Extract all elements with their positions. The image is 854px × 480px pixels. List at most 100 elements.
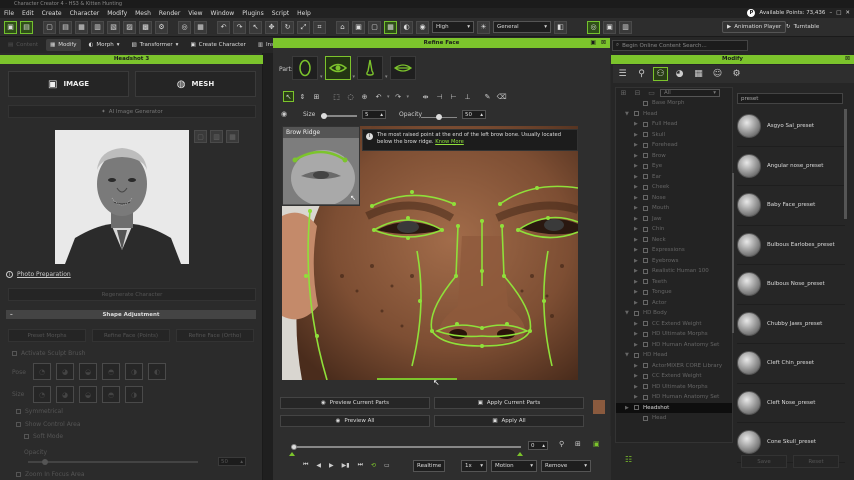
menu-window[interactable]: Window (211, 10, 235, 17)
tree-checkbox[interactable] (643, 237, 648, 243)
filter-select[interactable]: All ▾ (660, 89, 720, 97)
frame-select-icon[interactable]: ⬚ (331, 91, 342, 102)
tree-checkbox[interactable] (643, 195, 648, 201)
preset-item[interactable]: Chubby Jaws_preset (737, 305, 845, 344)
show-control-area-checkbox[interactable]: Show Control Area (16, 421, 81, 428)
photo-icon[interactable]: ◎ (178, 20, 191, 34)
tree-item[interactable]: ▶ HD Human Anatomy Set (616, 340, 732, 351)
tree-item[interactable]: ▶ Neck (616, 235, 732, 246)
tree-checkbox[interactable] (643, 121, 648, 127)
menu-render[interactable]: Render (159, 10, 180, 17)
undo-point-icon[interactable]: ↶ (373, 91, 384, 102)
preset-item[interactable]: Cleft Nose_preset (737, 384, 845, 423)
brush-crease-icon[interactable]: ◕ (56, 386, 74, 403)
tree-item[interactable]: ▼ Head (616, 109, 732, 120)
tree-checkbox[interactable] (634, 405, 639, 411)
motion-tab-icon[interactable]: ⚲ (634, 67, 649, 81)
panel-splitter[interactable] (263, 53, 273, 480)
preset-item[interactable]: Bulbous Earlobes_preset (737, 226, 845, 265)
eye-part-icon[interactable] (324, 56, 351, 80)
tree-arrow-icon[interactable]: ▶ (634, 216, 639, 222)
open-file-icon[interactable]: ▤ (59, 20, 72, 34)
expand-icon[interactable]: ▣ (593, 440, 600, 448)
fit-icon[interactable]: ▢ (368, 20, 381, 34)
folder-icon[interactable]: ▭ (646, 88, 657, 99)
loop-icon[interactable]: ⟲ (371, 462, 376, 469)
size-slider[interactable] (321, 112, 357, 119)
reset-button[interactable]: Reset (793, 455, 839, 468)
tree-checkbox[interactable] (643, 132, 648, 138)
know-more-link[interactable]: Know More (435, 139, 464, 145)
animation-player-button[interactable]: ▶ Animation Player (722, 21, 787, 33)
preset-scrollbar[interactable] (844, 109, 847, 219)
symmetrical-checkbox[interactable]: Symmetrical (16, 408, 63, 415)
preview-current-parts-button[interactable]: ◉ Preview Current Parts (280, 397, 430, 409)
transformer-tab[interactable]: ▧ Transformer ▾ (127, 39, 182, 51)
snap-icon[interactable]: ⌗ (313, 20, 326, 34)
scale-icon[interactable]: ⤢ (297, 20, 310, 34)
tree-item[interactable]: ▶ Brow (616, 151, 732, 162)
brush-smooth-icon[interactable]: ◒ (79, 363, 97, 380)
tree-arrow-icon[interactable]: ▶ (634, 331, 639, 337)
brush-grab-icon[interactable]: ◔ (33, 386, 51, 403)
list-view-icon[interactable]: ☷ (625, 455, 635, 465)
tree-checkbox[interactable] (643, 394, 648, 400)
tree-item[interactable]: ▶ Realistic Human 100 (616, 266, 732, 277)
tree-checkbox[interactable] (643, 163, 648, 169)
play-icon[interactable]: ▶ (329, 462, 334, 469)
size-value[interactable]: 5 ▴ (362, 110, 386, 119)
mirror-left-icon[interactable]: ⊣ (434, 91, 445, 102)
tree-arrow-icon[interactable]: ▶ (634, 373, 639, 379)
crop-icon[interactable]: ▢ (194, 130, 207, 143)
tree-item[interactable]: ▶ Ear (616, 172, 732, 183)
tree-arrow-icon[interactable]: ▶ (634, 163, 639, 169)
tree-item[interactable]: ▶ Expressions (616, 245, 732, 256)
tree-arrow-icon[interactable]: ▶ (634, 205, 639, 211)
menu-modify[interactable]: Modify (107, 10, 127, 17)
tree-checkbox[interactable] (643, 342, 648, 348)
turntable-button[interactable]: ↻ Turntable (782, 21, 823, 33)
brush-relax-icon[interactable]: ◒ (79, 386, 97, 403)
skin-icon[interactable]: ▥ (619, 20, 632, 34)
tree-item[interactable]: ▶ Eye (616, 161, 732, 172)
menu-script[interactable]: Script (272, 10, 289, 17)
brush-flatten-icon[interactable]: ◐ (148, 363, 166, 380)
preset-item[interactable]: Asgyo Sal_preset (737, 107, 845, 147)
tree-arrow-icon[interactable]: ▶ (634, 394, 639, 400)
morph-tab[interactable]: ◐ Morph ▾ (85, 39, 124, 51)
content-tab[interactable]: ▤ Content (4, 39, 42, 51)
brush-pinch-icon[interactable]: ◓ (102, 363, 120, 380)
tree-arrow-icon[interactable]: ▶ (634, 384, 639, 390)
tree-item[interactable]: Head (616, 413, 732, 424)
mirror-x-icon[interactable]: ⇹ (420, 91, 431, 102)
save-icon[interactable]: ▦ (75, 20, 88, 34)
tree-item[interactable]: ▶ Skull (616, 130, 732, 141)
go-end-icon[interactable]: ⏭ (358, 461, 363, 469)
timeline-slider[interactable] (291, 443, 521, 450)
tree-checkbox[interactable] (643, 216, 648, 222)
save-button[interactable]: Save (741, 455, 787, 468)
tree-item[interactable]: ▶ HD Ultimate Morphs (616, 382, 732, 393)
tree-checkbox[interactable] (643, 268, 648, 274)
adjust-icon[interactable]: ▥ (210, 130, 223, 143)
tree-checkbox[interactable] (643, 174, 648, 180)
menu-edit[interactable]: Edit (22, 10, 34, 17)
settings-icon[interactable]: ⚙ (155, 20, 168, 34)
tree-item[interactable]: ▶ HD Human Anatomy Set (616, 392, 732, 403)
camera-icon[interactable]: ◧ (554, 20, 567, 34)
preset-item[interactable]: Baby Face_preset (737, 186, 845, 226)
tree-arrow-icon[interactable]: ▶ (634, 289, 639, 295)
grid-icon[interactable]: ▦ (194, 20, 207, 34)
brush-inflate-icon[interactable]: ◑ (125, 363, 143, 380)
tree-arrow-icon[interactable]: ▶ (634, 184, 639, 190)
regenerate-character-button[interactable]: Regenerate Character (8, 288, 256, 301)
tree-item[interactable]: ▶ Jaw (616, 214, 732, 225)
tree-checkbox[interactable] (634, 310, 639, 316)
tree-arrow-icon[interactable]: ▶ (634, 363, 639, 369)
tree-item[interactable]: ▶ ActorMIXER CORE Library (616, 361, 732, 372)
tree-item[interactable]: ▶ Tongue (616, 287, 732, 298)
image-tab[interactable]: ▣ IMAGE (8, 71, 129, 97)
render-icon[interactable]: ▨ (123, 20, 136, 34)
quality-select[interactable]: High ▾ (432, 21, 474, 33)
lasso-icon[interactable]: ◌ (345, 91, 356, 102)
